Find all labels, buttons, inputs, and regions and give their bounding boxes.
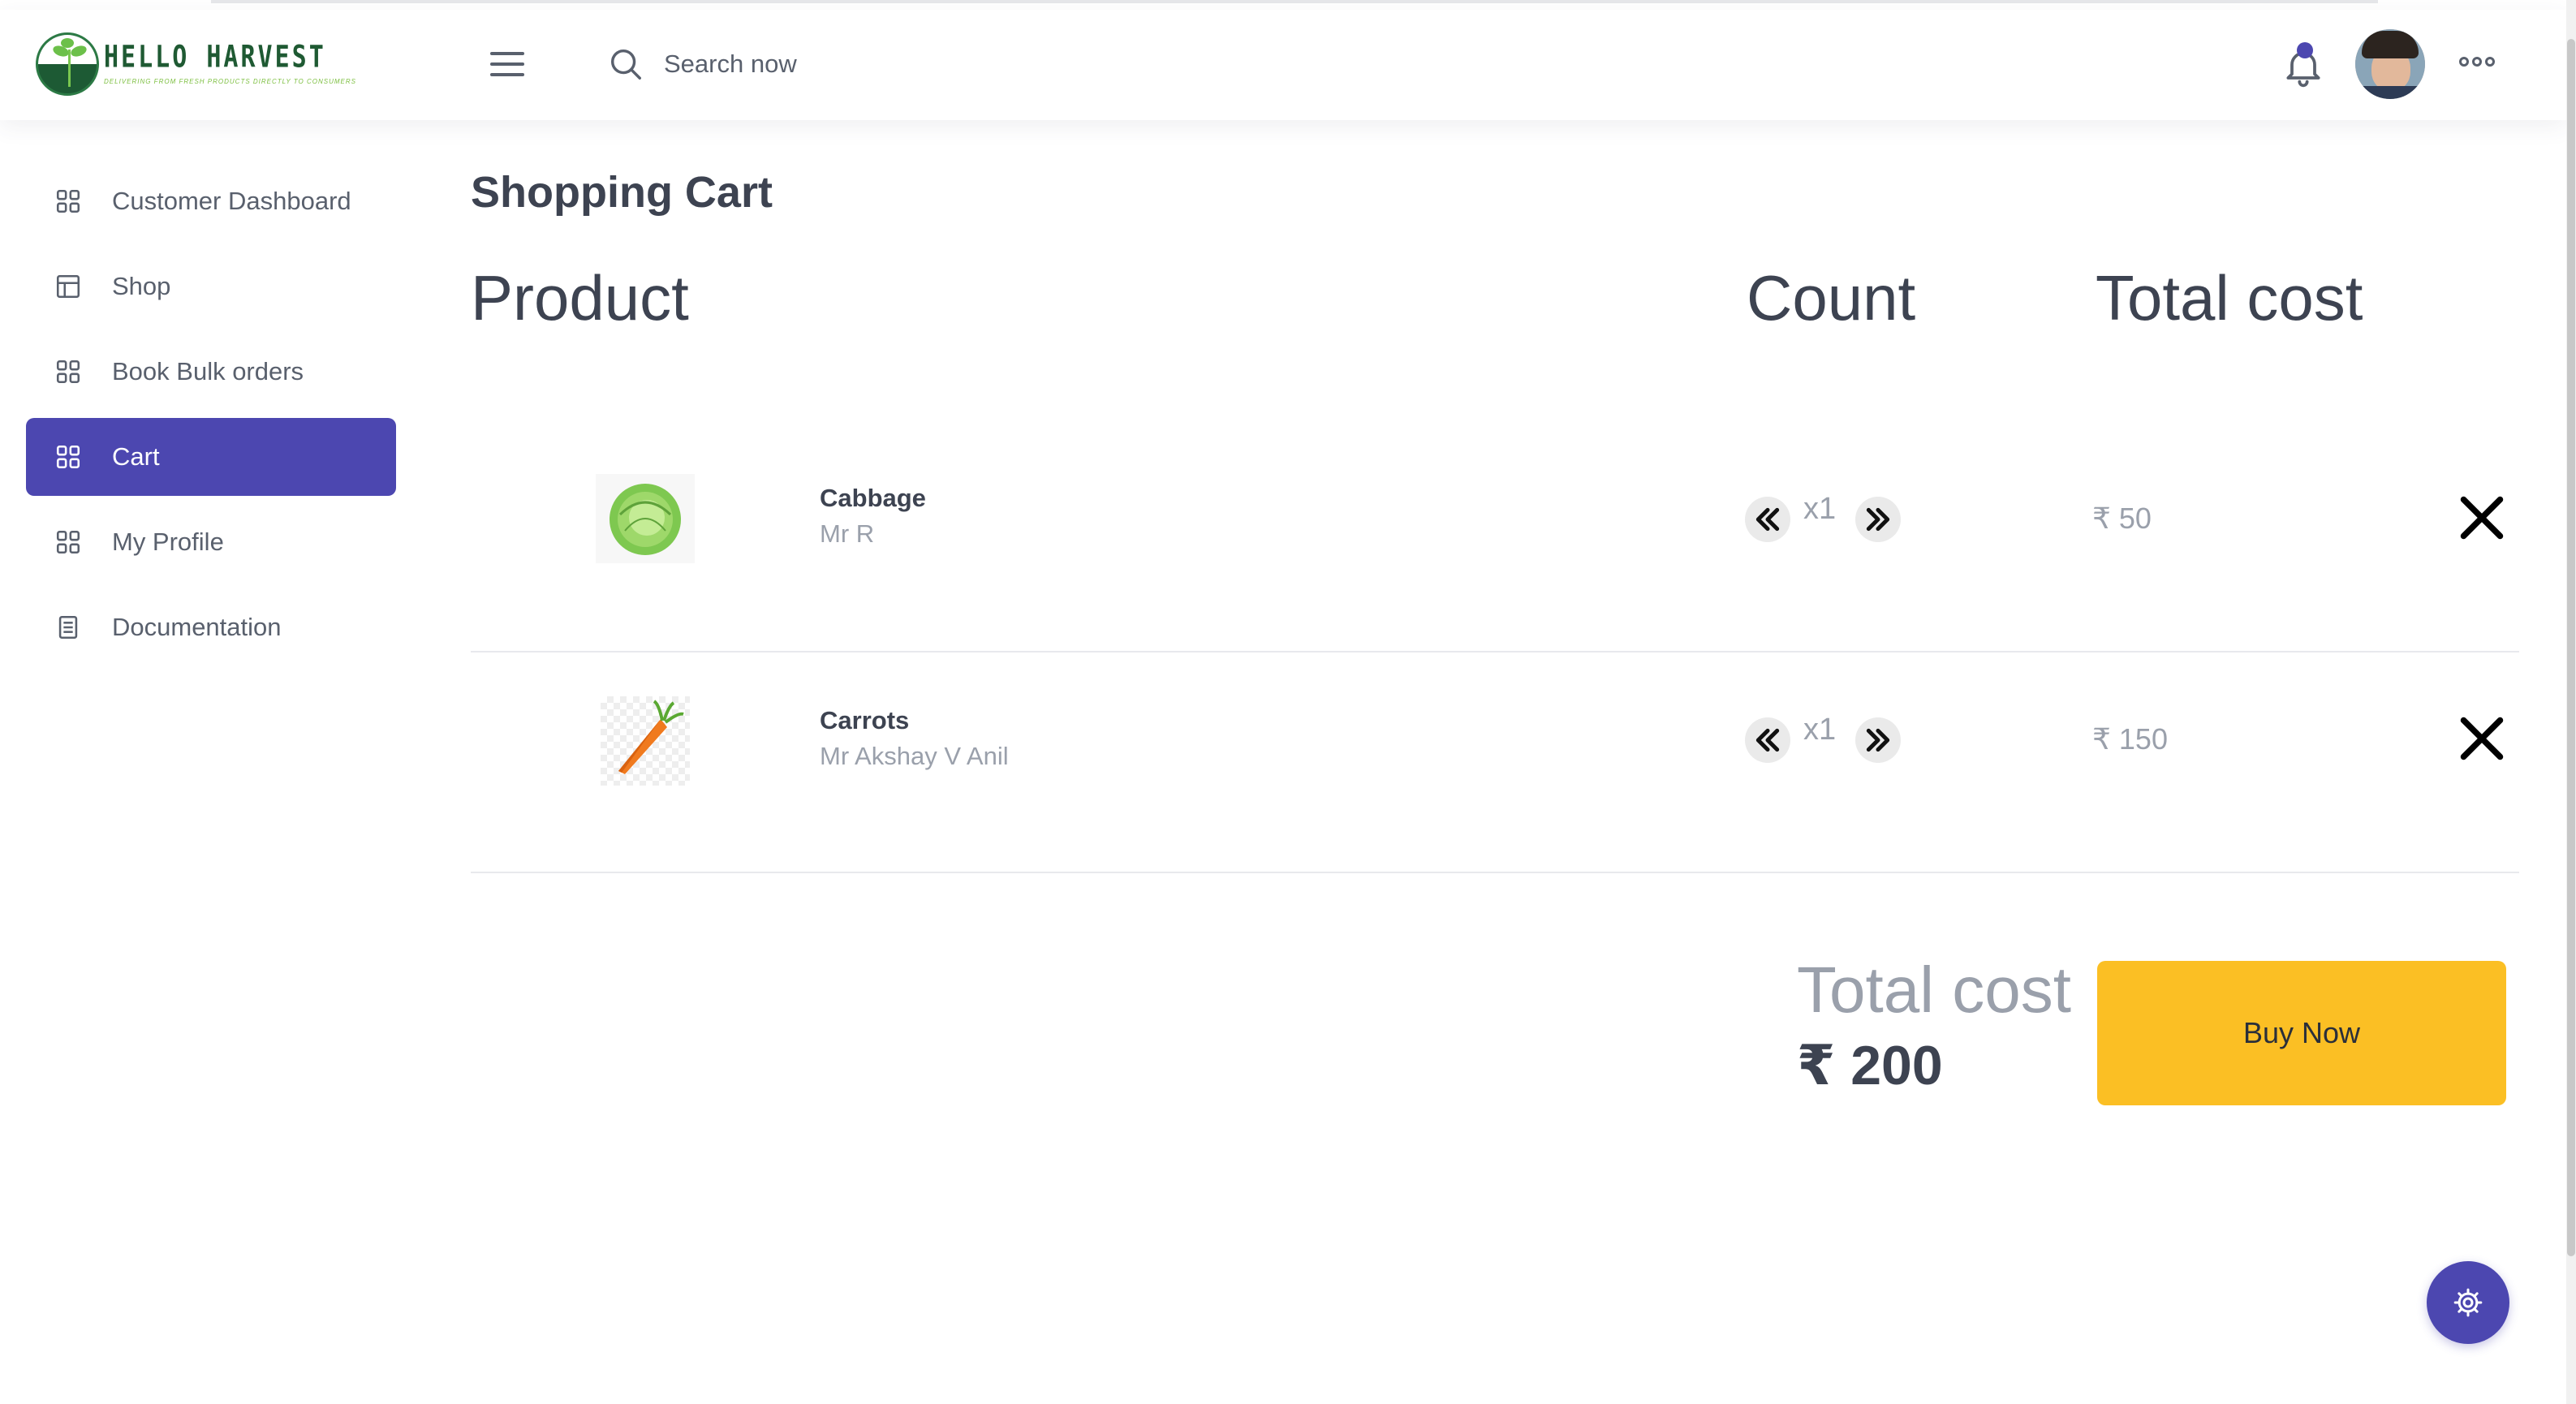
cabbage-image [596, 474, 695, 563]
column-header-total-cost: Total cost [2096, 262, 2363, 334]
avatar[interactable] [2355, 29, 2425, 99]
sidebar-item-documentation[interactable]: Documentation [26, 588, 396, 666]
sidebar-item-customer-dashboard[interactable]: Customer Dashboard [26, 162, 396, 240]
grid-icon [54, 442, 83, 472]
line-total: ₹ 50 [2092, 502, 2152, 535]
sidebar-item-label: Customer Dashboard [112, 187, 351, 215]
layout-icon [54, 272, 83, 301]
grid-icon [54, 357, 83, 386]
scrollbar-thumb[interactable] [2567, 39, 2575, 1256]
sidebar-item-label: Book Bulk orders [112, 357, 304, 385]
line-total: ₹ 150 [2092, 722, 2168, 756]
sidebar-item-label: Documentation [112, 613, 282, 641]
sidebar-item-my-profile[interactable]: My Profile [26, 503, 396, 581]
chevrons-right-icon [1866, 507, 1890, 532]
sidebar-item-book-bulk-orders[interactable]: Book Bulk orders [26, 333, 396, 411]
column-header-product: Product [471, 262, 689, 334]
sidebar-item-shop[interactable]: Shop [26, 248, 396, 325]
column-header-count: Count [1747, 262, 1916, 334]
brand-logo[interactable]: HELLO HARVEST DELIVERING FROM FRESH PROD… [36, 32, 356, 96]
buy-now-button[interactable]: Buy Now [2097, 961, 2506, 1105]
chevrons-left-icon [1755, 728, 1780, 752]
brand-tagline: DELIVERING FROM FRESH PRODUCTS DIRECTLY … [104, 78, 356, 85]
close-icon[interactable] [2458, 493, 2506, 542]
sidebar-item-label: Cart [112, 442, 160, 471]
gear-icon [2453, 1288, 2483, 1317]
carrot-image [601, 696, 690, 786]
grid-icon [54, 528, 83, 557]
more-icon[interactable] [2459, 57, 2495, 67]
page-title: Shopping Cart [471, 168, 773, 217]
search-icon[interactable] [607, 45, 644, 83]
search-bar[interactable] [607, 45, 1005, 83]
cart-row: Carrots Mr Akshay V Anil x1 ₹ 150 [471, 652, 2519, 873]
chevrons-left-icon [1755, 507, 1780, 532]
decrement-button[interactable] [1745, 717, 1790, 763]
quantity-value: x1 [1803, 713, 1837, 747]
sidebar-item-cart[interactable]: Cart [26, 418, 396, 496]
top-divider [211, 0, 2378, 3]
decrement-button[interactable] [1745, 497, 1790, 542]
brand-name: HELLO HARVEST [104, 39, 326, 75]
total-cost-label: Total cost [1797, 954, 2071, 1026]
chevrons-right-icon [1866, 728, 1890, 752]
notification-dot [2297, 42, 2313, 58]
increment-button[interactable] [1855, 717, 1901, 763]
quantity-value: x1 [1803, 492, 1837, 526]
close-icon[interactable] [2458, 714, 2506, 763]
product-name: Cabbage [820, 484, 926, 512]
product-seller: Mr Akshay V Anil [820, 742, 1009, 770]
logo-plant-icon [36, 32, 99, 96]
menu-icon[interactable] [490, 52, 524, 80]
product-name: Carrots [820, 706, 910, 734]
sidebar-item-label: My Profile [112, 528, 224, 556]
grid-icon [54, 187, 83, 216]
page-scrollbar[interactable] [2566, 0, 2576, 1404]
product-seller: Mr R [820, 519, 875, 548]
sidebar-item-label: Shop [112, 272, 171, 300]
cart-row: Cabbage Mr R x1 ₹ 50 [471, 432, 2519, 652]
total-cost-value: ₹ 200 [1797, 1035, 1943, 1096]
sidebar: Customer Dashboard Shop Book Bulk orders… [26, 162, 396, 674]
document-icon [54, 613, 83, 642]
search-input[interactable] [664, 50, 1005, 79]
top-navbar [0, 10, 2566, 120]
row-divider [471, 872, 2519, 873]
increment-button[interactable] [1855, 497, 1901, 542]
settings-button[interactable] [2427, 1261, 2509, 1344]
